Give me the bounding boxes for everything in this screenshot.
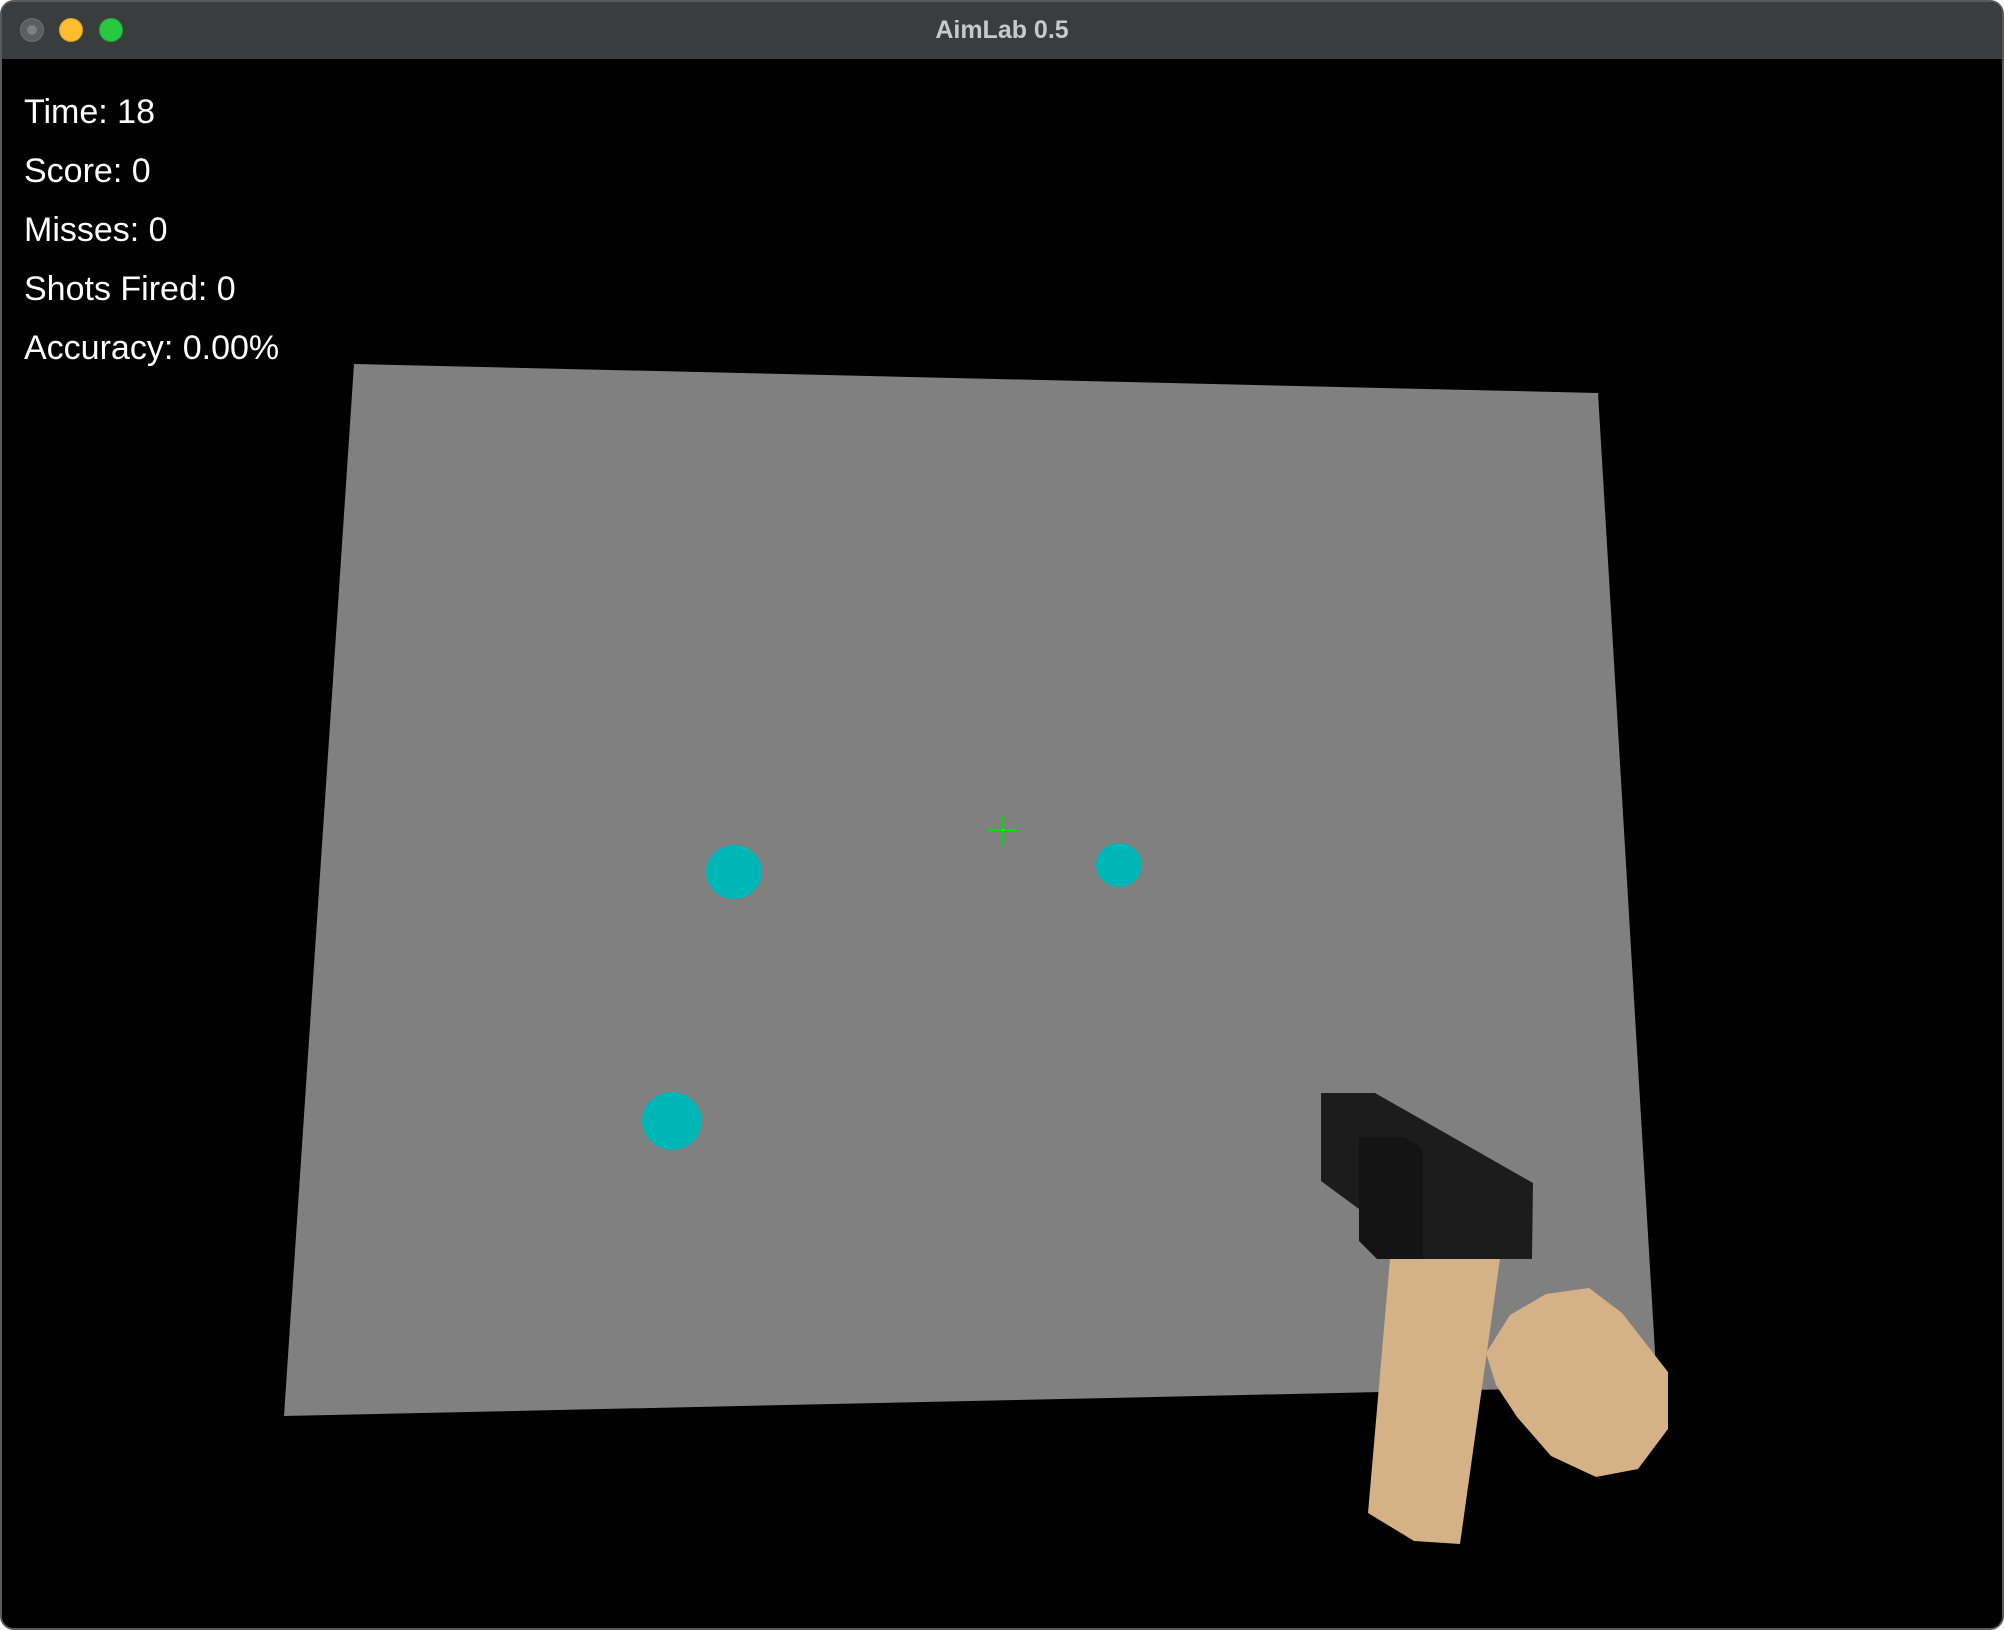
misses-readout: Misses: 0 — [24, 211, 168, 249]
time-readout: Time: 18 — [24, 93, 156, 131]
window-title: AimLab 0.5 — [935, 16, 1069, 44]
accuracy-readout: Accuracy: 0.00% — [24, 329, 280, 367]
shots-fired-readout: Shots Fired: 0 — [24, 270, 236, 308]
pistol-grip — [1359, 1137, 1423, 1259]
game-viewport[interactable]: Time: 18 Score: 0 Misses: 0 Shots Fired:… — [2, 59, 2002, 1630]
target-sphere[interactable] — [642, 1092, 702, 1150]
title-bar[interactable]: AimLab 0.5 — [2, 2, 2002, 60]
target-sphere[interactable] — [706, 845, 762, 899]
target-sphere[interactable] — [1096, 843, 1142, 887]
game-window: AimLab 0.5 Time: 18 Score: 0 Misses: 0 S… — [0, 0, 2004, 1630]
stats-hud: Time: 18 Score: 0 Misses: 0 Shots Fired:… — [24, 83, 279, 378]
game-scene[interactable] — [2, 59, 2002, 1630]
score-readout: Score: 0 — [24, 152, 151, 190]
